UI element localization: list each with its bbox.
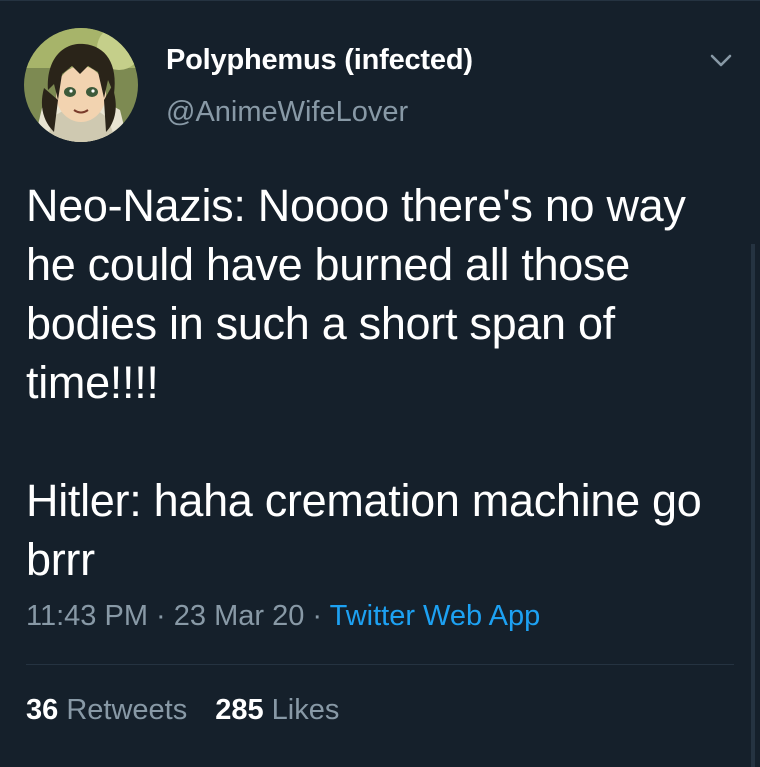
likes-count: 285 [215, 694, 264, 726]
meta-separator: · [304, 600, 330, 632]
retweets-count: 36 [26, 694, 59, 726]
likes-stat[interactable]: 285 Likes [215, 694, 339, 726]
retweets-stat[interactable]: 36 Retweets [26, 694, 187, 726]
avatar[interactable] [24, 28, 138, 142]
tweet-meta: 11:43 PM · 23 Mar 20 · Twitter Web App [26, 600, 540, 633]
tweet-text: Neo-Nazis: Noooo there's no way he could… [26, 180, 702, 585]
tweet-source-link[interactable]: Twitter Web App [330, 600, 541, 632]
scrollbar[interactable] [751, 244, 755, 767]
display-name[interactable]: Polyphemus (infected) [166, 44, 473, 77]
tweet-date[interactable]: 23 Mar 20 [174, 600, 305, 632]
meta-separator: · [147, 600, 174, 632]
top-border [0, 0, 760, 1]
anime-character-avatar-icon [24, 28, 138, 142]
retweets-label: Retweets [66, 694, 188, 726]
chevron-down-icon[interactable] [706, 48, 736, 72]
user-handle[interactable]: @AnimeWifeLover [166, 96, 408, 129]
tweet-time[interactable]: 11:43 PM [26, 600, 148, 632]
likes-label: Likes [271, 694, 340, 726]
tweet-detail: Polyphemus (infected) @AnimeWifeLover Ne… [0, 0, 760, 767]
divider [26, 664, 734, 665]
tweet-stats: 36 Retweets 285 Likes [26, 694, 339, 727]
